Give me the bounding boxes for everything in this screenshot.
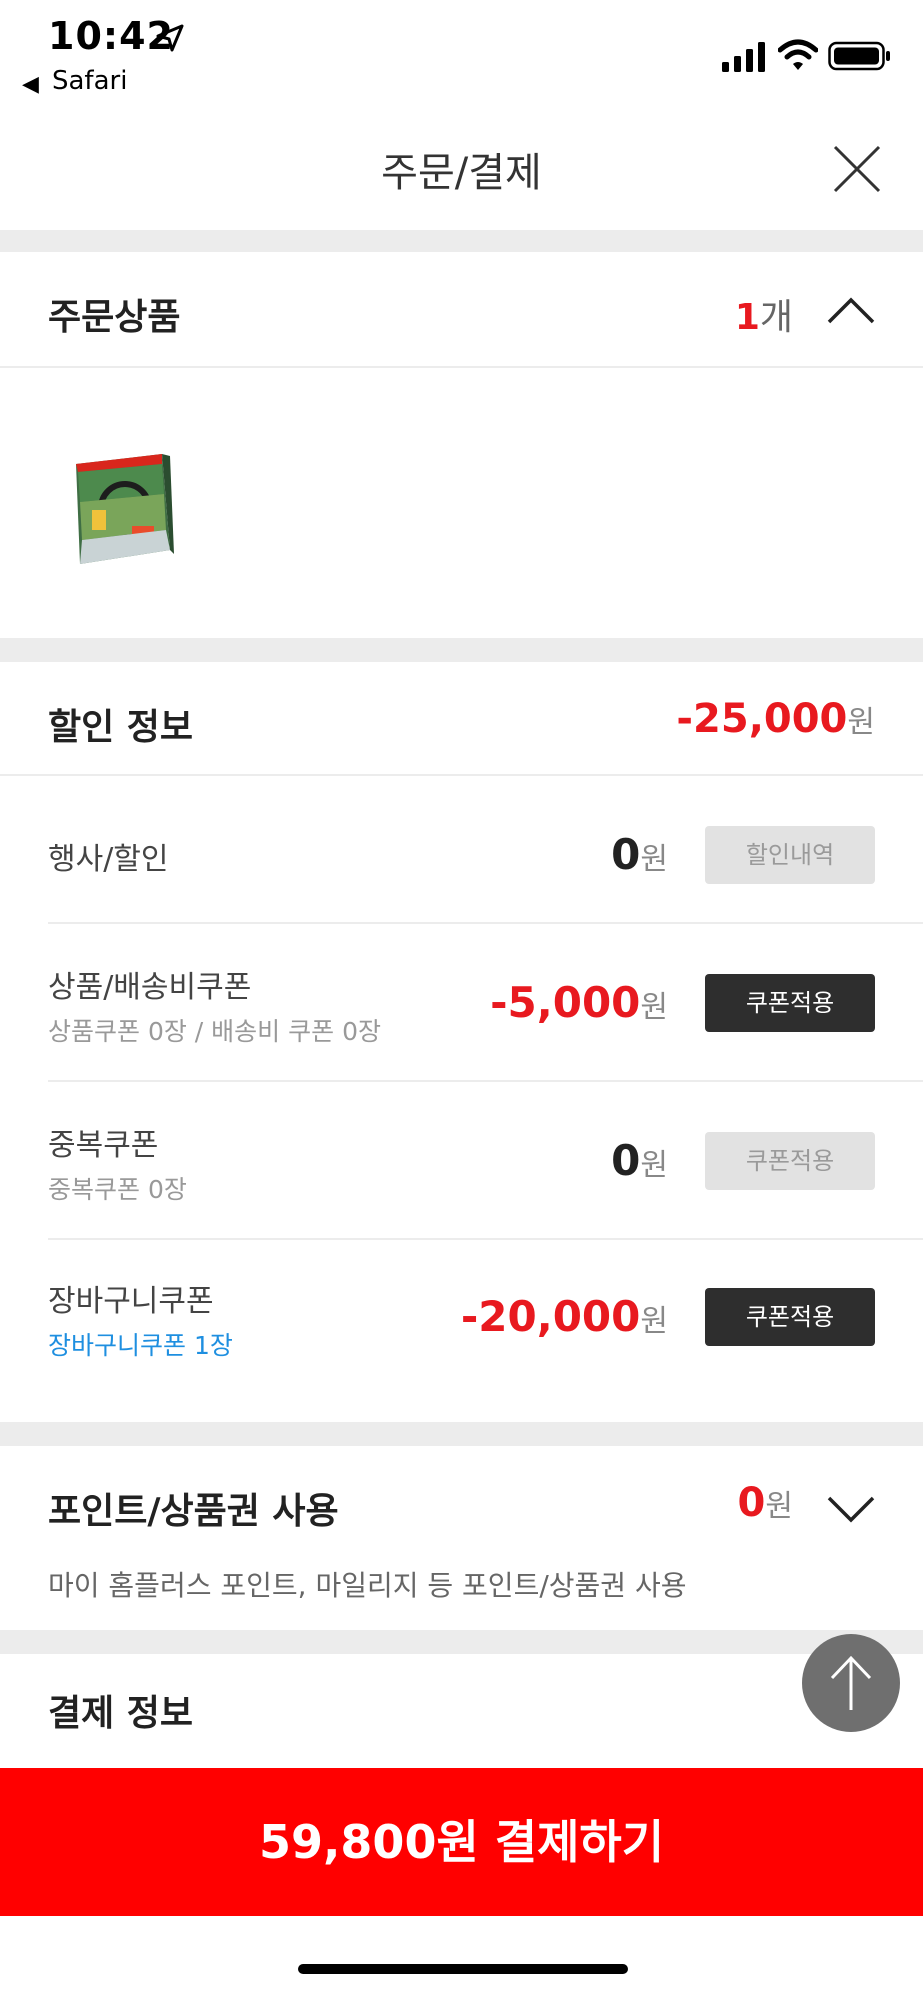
discount-row-amount-value: -20,000 — [460, 1292, 641, 1341]
wifi-icon — [778, 39, 818, 70]
points-amount-value: 0 — [737, 1480, 766, 1526]
discount-row-amount: 0원 — [611, 1136, 668, 1185]
product-thumbnail[interactable] — [70, 450, 174, 570]
discount-row-label: 행사/할인 — [48, 842, 169, 877]
section-gap — [0, 1422, 923, 1446]
chevron-up-icon[interactable] — [827, 296, 875, 324]
order-payment-page: 10:42 ◀ Safari 주문/결제 주문상품 1개 할인 정보 -25,0… — [0, 0, 923, 2000]
battery-icon — [828, 41, 890, 71]
discount-total-amount: -25,000 — [676, 696, 848, 742]
apply-cart-coupon-button[interactable]: 쿠폰적용 — [705, 1288, 875, 1346]
scroll-to-top-button[interactable] — [802, 1634, 900, 1732]
discount-row-cart-coupon: 장바구니쿠폰 장바구니쿠폰 1장 -20,000원 쿠폰적용 — [0, 1240, 923, 1422]
discount-row-amount-value: 0 — [611, 830, 641, 879]
discount-row-amount: 0원 — [611, 830, 668, 879]
status-bar: 10:42 ◀ Safari — [0, 0, 923, 110]
cellular-signal-icon — [722, 42, 765, 72]
chevron-down-icon[interactable] — [827, 1496, 875, 1524]
won-unit: 원 — [640, 1148, 668, 1183]
order-items-count-number: 1 — [734, 297, 760, 338]
points-title: 포인트/상품권 사용 — [48, 1491, 339, 1532]
arrow-up-icon — [830, 1655, 872, 1710]
discount-row-amount-value: 0 — [611, 1136, 641, 1185]
discount-row-product-coupon: 상품/배송비쿠폰 상품쿠폰 0장 / 배송비 쿠폰 0장 -5,000원 쿠폰적… — [0, 924, 923, 1082]
discount-row-label: 중복쿠폰 — [48, 1128, 159, 1163]
apply-product-coupon-button[interactable]: 쿠폰적용 — [705, 974, 875, 1032]
location-arrow-icon — [156, 24, 184, 52]
points-section[interactable]: 포인트/상품권 사용 0원 마이 홈플러스 포인트, 마일리지 등 포인트/상품… — [0, 1446, 923, 1630]
discount-total: -25,000원 — [676, 696, 875, 742]
won-unit: 원 — [640, 1304, 668, 1339]
won-unit: 원 — [640, 842, 668, 877]
won-unit: 원 — [847, 705, 875, 740]
section-gap — [0, 638, 923, 662]
discount-row-amount: -5,000원 — [490, 978, 668, 1027]
close-icon[interactable] — [832, 144, 882, 194]
pay-button[interactable]: 59,800원 결제하기 — [0, 1768, 923, 1916]
discount-header: 할인 정보 -25,000원 — [0, 662, 923, 776]
discount-row-sub: 상품쿠폰 0장 / 배송비 쿠폰 0장 — [48, 1017, 381, 1046]
cart-coupon-count-link[interactable]: 장바구니쿠폰 1장 — [48, 1326, 233, 1362]
discount-history-button[interactable]: 할인내역 — [705, 826, 875, 884]
page-title: 주문/결제 — [381, 150, 542, 196]
order-items-header[interactable]: 주문상품 1개 — [0, 252, 923, 368]
won-unit: 원 — [765, 1489, 793, 1524]
discount-row-label: 장바구니쿠폰 — [48, 1284, 214, 1319]
discount-row-label: 상품/배송비쿠폰 — [48, 970, 252, 1005]
apply-duplicate-coupon-button[interactable]: 쿠폰적용 — [705, 1132, 875, 1190]
discount-row-amount: -20,000원 — [461, 1292, 668, 1341]
payment-info-title: 결제 정보 — [48, 1693, 194, 1734]
section-gap — [0, 230, 923, 252]
back-caret-icon[interactable]: ◀ — [22, 72, 39, 97]
order-items-list — [0, 370, 923, 638]
order-items-count-unit: 개 — [759, 297, 793, 338]
discount-row-duplicate-coupon: 중복쿠폰 중복쿠폰 0장 0원 쿠폰적용 — [0, 1082, 923, 1240]
points-description: 마이 홈플러스 포인트, 마일리지 등 포인트/상품권 사용 — [48, 1569, 687, 1602]
discount-row-sub: 중복쿠폰 0장 — [48, 1175, 187, 1204]
section-gap — [0, 1630, 923, 1654]
payment-info-header[interactable]: 결제 정보 — [0, 1654, 923, 1768]
discount-title: 할인 정보 — [48, 707, 194, 748]
discount-row-amount-value: -5,000 — [490, 978, 641, 1027]
discount-row-event: 행사/할인 0원 할인내역 — [0, 776, 923, 924]
page-header: 주문/결제 — [0, 110, 923, 230]
order-items-title: 주문상품 — [48, 297, 181, 338]
won-unit: 원 — [640, 990, 668, 1025]
back-to-app-link[interactable]: Safari — [52, 66, 127, 96]
home-indicator[interactable] — [298, 1964, 628, 1974]
order-items-count: 1개 — [735, 288, 793, 340]
points-amount: 0원 — [738, 1480, 793, 1526]
